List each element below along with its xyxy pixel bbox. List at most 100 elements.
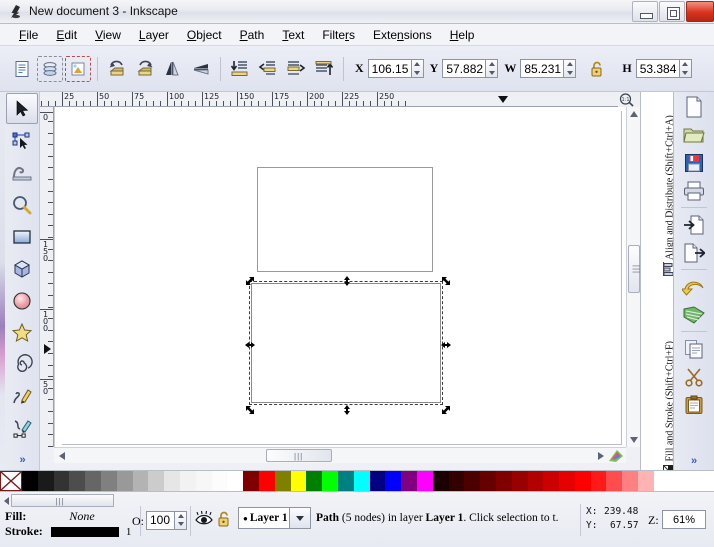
flip-vertical-button[interactable] [188,56,214,82]
spiral-tool[interactable] [6,349,38,380]
horizontal-ruler[interactable]: 25 50 75 100 125 150 175 200 225 250 [40,92,626,107]
minimize-button[interactable] [632,1,658,22]
tab-fill-and-stroke[interactable]: Fill and Stroke (Shift+Ctrl+F) [663,326,673,470]
selection-handle-se[interactable] [440,404,451,415]
opacity-input[interactable] [146,510,175,530]
stroke-color-swatch[interactable] [50,527,119,538]
palette-swatch[interactable] [195,471,212,491]
maximize-button[interactable] [659,1,685,22]
palette-swatch[interactable] [100,471,117,491]
scroll-down-arrow[interactable] [630,437,638,443]
palette-swatch[interactable] [638,471,654,491]
node-tool[interactable] [6,125,38,156]
x-field-spinner[interactable] [411,59,424,78]
palette-swatch[interactable] [290,471,307,491]
h-field-spinner[interactable] [679,59,692,78]
raise-to-top-button[interactable] [311,56,337,82]
selection-handle-sw[interactable] [244,404,255,415]
star-tool[interactable] [6,317,38,348]
open-document-button[interactable] [679,121,709,148]
rectangle-tool[interactable] [6,221,38,252]
y-field-spinner[interactable] [486,59,499,78]
copy-button[interactable] [679,335,709,362]
menu-object[interactable]: Object [178,26,231,44]
w-field-spinner[interactable] [564,59,577,78]
w-field[interactable] [520,59,565,78]
canvas-horizontal-scrollbar[interactable]: ||| [54,447,626,463]
palette-swatch[interactable] [464,471,481,491]
opacity-spinner[interactable] [175,510,187,530]
y-field[interactable] [442,59,487,78]
menu-view[interactable]: View [86,26,130,44]
unlocked-padlock-icon[interactable] [584,56,610,82]
menu-edit[interactable]: Edit [47,26,86,44]
selection-handle-e[interactable] [440,339,451,350]
pencil-tool[interactable] [6,381,38,412]
palette-swatch[interactable] [148,471,165,491]
cut-button[interactable] [679,363,709,390]
palette-swatch[interactable] [322,471,338,491]
palette-swatch[interactable] [179,471,196,491]
layer-lock-icon[interactable] [216,510,233,531]
selector-tool[interactable] [6,93,38,124]
menu-layer[interactable]: Layer [130,26,178,44]
canvas-vertical-scrollbar[interactable]: ||| [626,107,641,447]
palette-swatch[interactable] [448,471,465,491]
palette-swatch[interactable] [401,471,417,491]
palette-swatch[interactable] [495,471,512,491]
palette-swatch[interactable] [416,471,433,491]
color-palette[interactable] [0,470,714,492]
raise-button[interactable] [283,56,309,82]
zoom-1-to-1-icon[interactable]: 1:1 [618,92,640,107]
palette-swatch[interactable] [432,471,449,491]
menu-extensions[interactable]: Extensions [364,26,441,44]
palette-swatch[interactable] [606,471,623,491]
palette-swatch[interactable] [622,471,639,491]
vertical-ruler[interactable]: 0 150 100 50 [40,107,54,447]
palette-swatch[interactable] [211,471,228,491]
save-document-button[interactable] [679,149,709,176]
selection-handle-s[interactable] [341,404,352,415]
rectangle-unselected[interactable] [257,167,433,272]
redo-button[interactable] [679,301,709,328]
palette-swatch[interactable] [559,471,575,491]
rotate-ccw-button[interactable] [104,56,130,82]
toolbox-overflow-button[interactable]: » [5,454,40,466]
new-document-button[interactable] [679,93,709,120]
palette-swatch[interactable] [306,471,323,491]
horizontal-scroll-thumb[interactable]: ||| [266,449,332,462]
palette-swatch[interactable] [369,471,386,491]
eye-open-icon[interactable] [194,510,214,531]
select-all-in-layers-button[interactable] [37,55,63,82]
palette-swatch[interactable] [132,471,149,491]
style-scroll-thumb[interactable]: ||| [11,494,114,507]
palette-swatch[interactable] [385,471,402,491]
palette-swatch[interactable] [227,471,244,491]
scroll-left-arrow[interactable] [59,452,65,460]
select-all-button[interactable] [9,56,35,82]
rotate-cw-button[interactable] [132,56,158,82]
lower-button[interactable] [255,56,281,82]
print-button[interactable] [679,177,709,204]
palette-swatch[interactable] [353,471,370,491]
layer-selector[interactable]: ● Layer 1 [238,507,311,529]
palette-swatch[interactable] [574,471,591,491]
stroke-row[interactable]: Stroke: 1 [5,524,131,539]
import-button[interactable] [679,211,709,238]
palette-swatch[interactable] [590,471,607,491]
palette-swatch[interactable] [116,471,133,491]
menu-help[interactable]: Help [441,26,484,44]
palette-swatch[interactable] [527,471,544,491]
chevron-down-icon[interactable] [289,508,310,528]
scroll-right-arrow[interactable] [598,452,604,460]
palette-swatch[interactable] [480,471,496,491]
undo-button[interactable] [679,273,709,300]
lower-to-bottom-button[interactable] [227,56,253,82]
menu-path[interactable]: Path [231,26,274,44]
selection-handle-n[interactable] [341,275,352,286]
style-swatch-scroller[interactable]: ||| [4,494,114,507]
palette-swatch[interactable] [53,471,70,491]
palette-swatch[interactable] [337,471,354,491]
selection-handle-ne[interactable] [440,275,451,286]
menu-text[interactable]: Text [273,26,313,44]
